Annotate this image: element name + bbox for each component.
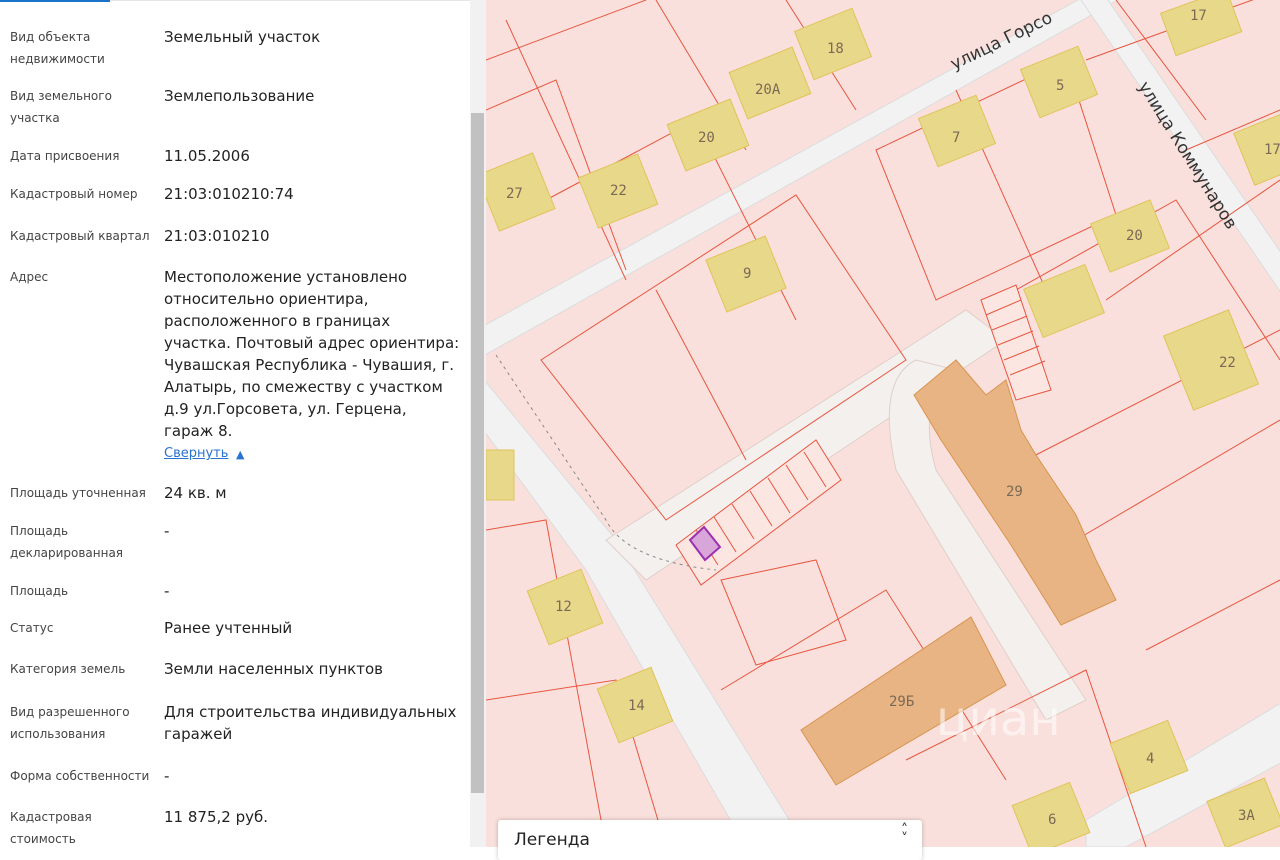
info-label: Площадь — [10, 584, 69, 598]
building-label: 7 — [952, 130, 960, 146]
building-label: 22 — [1219, 355, 1236, 371]
building-label: 18 — [827, 41, 844, 57]
panel-scrollbar-thumb[interactable] — [471, 113, 484, 793]
building-label: 12 — [555, 599, 572, 615]
info-value: Земельный участок — [164, 28, 321, 46]
chevron-up-down-icon[interactable]: ˄ ˅ — [901, 823, 908, 846]
info-label: Площадь декларированная — [10, 524, 124, 560]
building-label: 29Б — [889, 694, 914, 710]
info-label: Кадастровый номер — [10, 187, 138, 201]
legend-title: Легенда — [514, 830, 590, 850]
building-label: 17 — [1190, 8, 1207, 24]
info-value: - — [164, 767, 170, 785]
building-label: 17 — [1264, 142, 1280, 158]
building-label: 29 — [1006, 484, 1023, 500]
object-info-panel: Вид объекта недвижимости Земельный участ… — [0, 0, 470, 847]
info-label: Вид объекта недвижимости — [10, 30, 105, 66]
cadastral-number-value: 21:03:010210:74 — [164, 185, 294, 203]
building-label: 6 — [1048, 812, 1056, 828]
chevron-up-icon[interactable]: ▲ — [236, 448, 244, 461]
info-value: Ранее учтенный — [164, 619, 293, 637]
info-label: Вид земельного участка — [10, 89, 112, 125]
info-value: Землепользование — [164, 87, 315, 105]
info-value: Земли населенных пунктов — [164, 660, 383, 678]
collapse-link[interactable]: Свернуть — [164, 446, 228, 461]
info-label: Категория земель — [10, 662, 126, 676]
info-value: - — [164, 582, 170, 600]
watermark: циан — [936, 691, 1061, 747]
info-label: Статус — [10, 621, 54, 635]
info-value: - — [164, 522, 170, 540]
building-label: 9 — [743, 266, 751, 282]
building-label: 20 — [1126, 228, 1143, 244]
info-value: Для строительства индивидуальных гаражей — [164, 703, 457, 743]
tab-divider — [110, 0, 470, 1]
building-label: 20А — [755, 82, 781, 98]
building-label: 22 — [610, 183, 627, 199]
info-value: 24 кв. м — [164, 484, 227, 502]
cadastral-map[interactable]: циан 17 18 20А 20 5 7 27 22 9 20 22 29 1… — [486, 0, 1280, 847]
map-legend[interactable]: Легенда ˄ ˅ — [498, 820, 922, 860]
active-tab-indicator — [0, 0, 110, 2]
building-label: 27 — [506, 186, 523, 202]
info-label: Площадь уточненная — [10, 486, 146, 500]
info-label: Форма собственности — [10, 769, 150, 783]
info-value: 21:03:010210 — [164, 227, 270, 245]
building-label: 20 — [698, 130, 715, 146]
building-label: 3А — [1238, 808, 1255, 824]
map-canvas[interactable]: циан 17 18 20А 20 5 7 27 22 9 20 22 29 1… — [486, 0, 1280, 847]
info-label: Кадастровая стоимость — [10, 810, 92, 846]
info-label: Вид разрешенного использования — [10, 705, 130, 741]
info-value: 11 875,2 руб. — [164, 808, 268, 826]
info-label: Дата присвоения — [10, 149, 120, 163]
info-value: 11.05.2006 — [164, 147, 250, 165]
info-label: Адрес — [10, 270, 49, 284]
address-value: Местоположение установлено относительно … — [164, 268, 460, 440]
building-label: 4 — [1146, 751, 1154, 767]
building-label: 5 — [1056, 78, 1064, 94]
info-label: Кадастровый квартал — [10, 229, 150, 243]
building-label: 14 — [628, 698, 645, 714]
